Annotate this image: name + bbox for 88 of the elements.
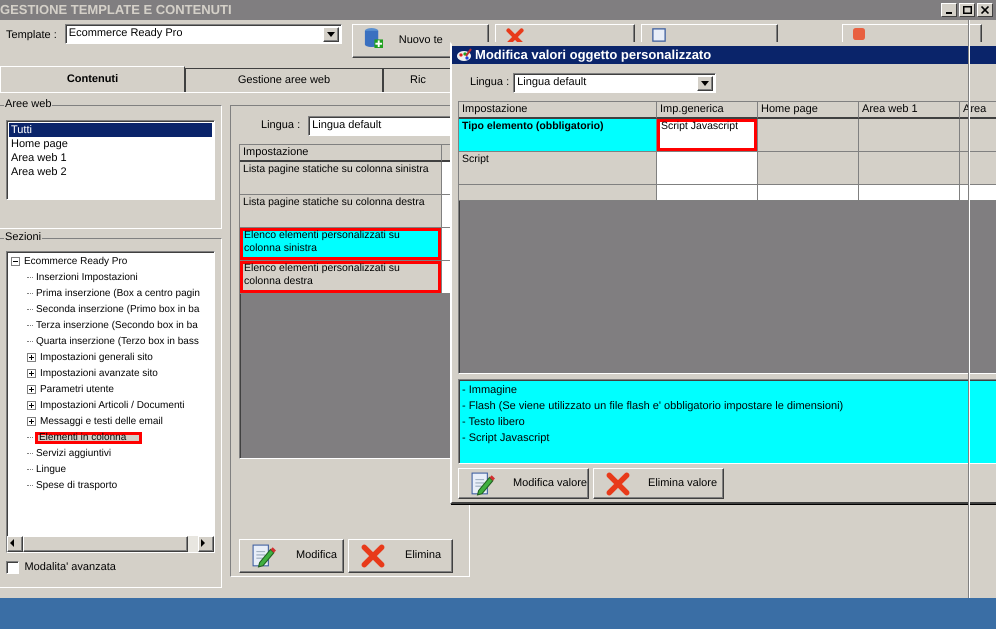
table-cell[interactable]: Lista pagine statiche su colonna sinistra: [240, 162, 442, 195]
table-cell[interactable]: [657, 185, 758, 201]
database-plus-icon: [362, 28, 383, 48]
maximize-icon: [962, 6, 972, 14]
scroll-right-button[interactable]: [198, 536, 214, 552]
table-cell[interactable]: Tipo elemento (obbligatorio): [459, 119, 657, 152]
table-cell[interactable]: [758, 185, 859, 201]
description-line: - Immagine: [462, 383, 518, 398]
table-cell[interactable]: [960, 185, 996, 201]
tree-item[interactable]: Quarta inserzione (Terzo box in bass: [35, 336, 200, 348]
list-item[interactable]: Area web 1: [9, 151, 212, 165]
language-label: Lingua :: [470, 76, 510, 90]
tab[interactable]: Contenuti: [0, 66, 185, 92]
table-cell[interactable]: [859, 119, 960, 152]
template-select[interactable]: Ecommerce Ready Pro: [64, 24, 342, 44]
tab[interactable]: Ric: [383, 68, 453, 92]
select-value: Lingua default: [312, 119, 382, 133]
table-cell[interactable]: [459, 185, 657, 201]
document-icon: [652, 28, 666, 42]
column-header[interactable]: Impostazione: [459, 102, 657, 119]
cross-icon: [606, 472, 630, 496]
tree-item[interactable]: Impostazioni Articoli / Documenti: [39, 400, 186, 412]
description-line: - Script Javascript: [462, 431, 550, 446]
table-cell[interactable]: [960, 119, 996, 152]
minimize-icon: [946, 12, 952, 14]
description-line: - Flash (Se viene utilizzato un file flash e' obbligatorio impostare le dimensioni): [462, 399, 844, 414]
table-cell[interactable]: Script Javascript: [657, 119, 758, 152]
pencil-document-icon: [252, 544, 276, 568]
caret-icon: [701, 81, 710, 86]
tree-item[interactable]: Impostazioni avanzate sito: [39, 368, 159, 380]
pencil-document-icon: [471, 472, 495, 496]
tree-item[interactable]: Lingue: [35, 464, 68, 476]
tree-item[interactable]: Parametri utente: [39, 384, 115, 396]
column-header[interactable]: Area web 1: [859, 102, 960, 119]
table-cell[interactable]: Elenco elementi personalizzati su colonna sinistra: [240, 228, 442, 261]
tree-item[interactable]: Seconda inserzione (Primo box in ba: [35, 304, 200, 316]
dropdown-button[interactable]: [697, 76, 714, 91]
scroll-thumb[interactable]: [23, 536, 188, 552]
tree-item[interactable]: Elementi in colonna: [35, 432, 142, 444]
column-header[interactable]: Imp.generica: [657, 102, 758, 119]
checkbox[interactable]: [6, 560, 19, 574]
delete-button[interactable]: Elimina: [348, 539, 453, 573]
delete-button[interactable]: Elimina valore: [593, 468, 724, 499]
table-cell[interactable]: [758, 119, 859, 152]
tree-item[interactable]: Inserzioni Impostazioni: [35, 272, 139, 284]
table-cell[interactable]: Lista pagine statiche su colonna destra: [240, 195, 442, 228]
table-cell[interactable]: [758, 152, 859, 185]
palette-icon: [456, 48, 472, 62]
description-line: - Testo libero: [462, 415, 526, 430]
maximize-button[interactable]: [959, 3, 976, 17]
cross-icon: [361, 544, 385, 568]
column-header[interactable]: Home page: [758, 102, 859, 119]
column-header[interactable]: Impostazione: [240, 145, 442, 162]
tree-item[interactable]: Terza inserzione (Secondo box in ba: [35, 320, 199, 332]
list-item[interactable]: Tutti: [9, 123, 212, 137]
language-select[interactable]: Lingua default: [513, 73, 716, 93]
table-cell[interactable]: [657, 152, 758, 185]
left-arrow-icon: [8, 538, 16, 547]
edit-button[interactable]: Modifica valore: [458, 468, 589, 499]
edit-button[interactable]: Modifica: [239, 539, 344, 573]
tree-item[interactable]: Messaggi e testi delle email: [39, 416, 164, 428]
window-title: GESTIONE TEMPLATE E CONTENUTI: [0, 2, 232, 18]
template-label: Template :: [6, 29, 57, 42]
list-item[interactable]: Home page: [9, 137, 212, 151]
table-cell[interactable]: [859, 185, 960, 201]
close-icon: [981, 6, 990, 14]
tree-item[interactable]: Impostazioni generali sito: [39, 352, 154, 364]
list-item[interactable]: Area web 2: [9, 165, 212, 179]
scroll-left-button[interactable]: [7, 536, 23, 552]
close-button[interactable]: [977, 3, 994, 17]
tree-item[interactable]: Servizi aggiuntivi: [35, 448, 112, 460]
table-cell[interactable]: [859, 152, 960, 185]
minimize-button[interactable]: [941, 3, 958, 17]
tab[interactable]: Gestione aree web: [185, 68, 383, 92]
language-label: Lingua :: [261, 119, 300, 133]
table-cell[interactable]: Elenco elementi personalizzati su colonna destra: [240, 261, 442, 294]
tree-item[interactable]: Spese di trasporto: [35, 480, 118, 492]
right-arrow-icon: [199, 538, 207, 547]
select-value: Lingua default: [517, 76, 586, 90]
tree-item[interactable]: Ecommerce Ready Pro: [23, 256, 128, 268]
horizontal-scrollbar[interactable]: [7, 536, 214, 552]
tree-item[interactable]: Prima inserzione (Box a centro pagin: [35, 288, 201, 300]
checkbox-label: Modalita' avanzata: [24, 560, 116, 574]
caret-icon: [326, 32, 335, 37]
dropdown-button[interactable]: [322, 27, 339, 42]
table-cell[interactable]: Script: [459, 152, 657, 185]
table-cell[interactable]: [960, 152, 996, 185]
select-value: Ecommerce Ready Pro: [68, 27, 182, 41]
